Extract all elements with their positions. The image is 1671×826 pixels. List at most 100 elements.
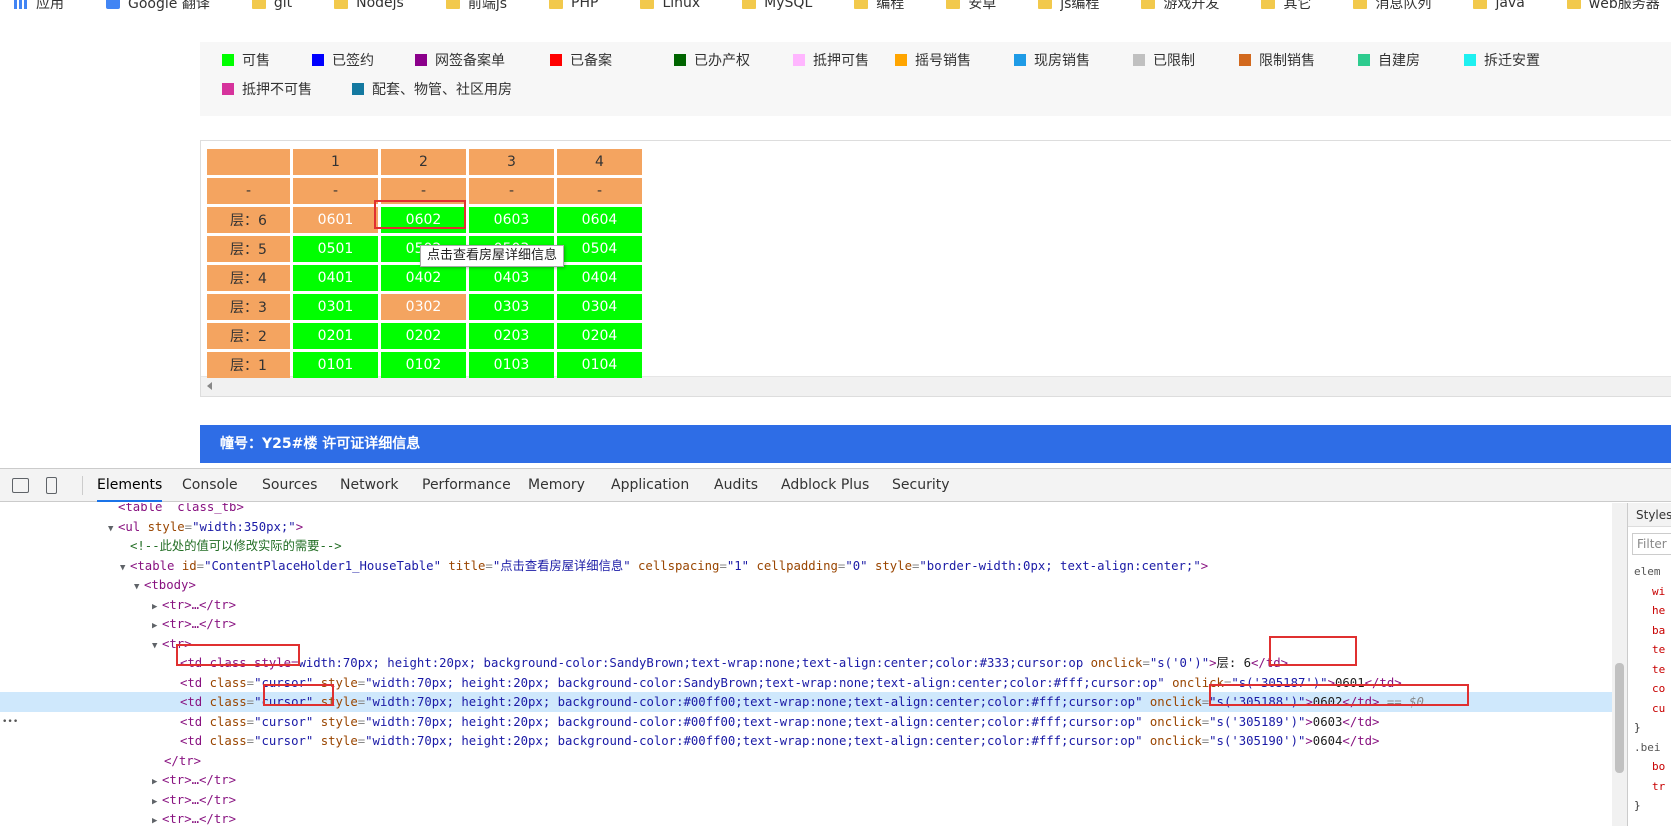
unit-cell[interactable]: 0102 [381, 352, 466, 378]
dom-token: "s('305189')" [1209, 714, 1306, 729]
dom-node-line[interactable]: <td class="cursor" style="width:70px; he… [0, 712, 1612, 732]
dom-node-line[interactable]: ▶ <tr>…</tr> [0, 595, 1612, 615]
tab-network[interactable]: Network [340, 469, 398, 502]
tab-memory[interactable]: Memory [528, 469, 585, 502]
dom-node-line[interactable]: </tr> [0, 751, 1612, 771]
bookmarks-bar: 应用 Google 翻译 git Nodejs 前端js PHP Linux MySQL 编程 安… [0, 0, 1671, 12]
unit-cell[interactable]: 0204 [557, 323, 642, 349]
unit-cell[interactable]: 0402 [381, 265, 466, 291]
apps-icon [14, 0, 28, 9]
bookmark-item[interactable]: 其它 [1261, 0, 1311, 12]
dom-node-line[interactable]: <td class style=width:70px; height:20px;… [0, 653, 1612, 673]
permit-info-bar[interactable]: 幢号：Y25#楼 许可证详细信息 [200, 425, 1671, 463]
unit-cell[interactable]: 0203 [469, 323, 554, 349]
tab-elements[interactable]: Elements [97, 469, 163, 502]
dom-token: tbody [151, 578, 189, 592]
unit-cell[interactable]: 0603 [469, 207, 554, 233]
bookmark-item[interactable]: 前端js [445, 0, 507, 12]
floor-label[interactable]: 层：5 [207, 236, 290, 262]
unit-cell[interactable]: 0504 [557, 236, 642, 262]
dom-node-line[interactable]: <td class="cursor" style="width:70px; he… [0, 731, 1612, 751]
dom-node-line[interactable]: <td class="cursor" style="width:70px; he… [0, 673, 1612, 693]
styles-rule-line: tr [1652, 779, 1666, 793]
bookmark-item[interactable]: 编程 [854, 0, 904, 12]
tab-audits[interactable]: Audits [714, 469, 758, 502]
dom-node-line[interactable]: ▶ <tr>…</tr> [0, 809, 1612, 826]
bookmark-item[interactable]: Nodejs [334, 0, 404, 11]
unit-cell[interactable]: 0303 [469, 294, 554, 320]
dom-token: "ContentPlaceHolder1_HouseTable" [204, 558, 441, 573]
unit-cell[interactable]: 0404 [557, 265, 642, 291]
bookmark-item[interactable]: 消息队列 [1353, 0, 1431, 12]
bookmark-item[interactable]: 应用 [14, 0, 64, 12]
bookmark-item[interactable]: Linux [640, 0, 700, 11]
folder-icon [1353, 0, 1368, 9]
unit-cell[interactable]: 0202 [381, 323, 466, 349]
dom-node-line[interactable]: ▶ <tr>…</tr> [0, 790, 1612, 810]
styles-rule-line: cu [1652, 701, 1666, 715]
dom-token: cellpadding [756, 558, 838, 573]
unit-cell[interactable]: 0101 [293, 352, 378, 378]
unit-cell[interactable]: 0104 [557, 352, 642, 378]
styles-tab[interactable]: Styles [1628, 503, 1671, 527]
floor-label[interactable]: 层：3 [207, 294, 290, 320]
styles-rule-line: co [1652, 682, 1666, 695]
unit-cell[interactable]: 0601 [293, 207, 378, 233]
tab-console[interactable]: Console [182, 469, 238, 502]
unit-cell[interactable]: 0304 [557, 294, 642, 320]
legend-label: 网签备案单 [435, 53, 505, 69]
bookmark-item[interactable]: web服务器 [1566, 0, 1660, 12]
bookmark-item[interactable]: java [1473, 0, 1525, 11]
tab-performance[interactable]: Performance [422, 469, 511, 502]
dom-node-line[interactable]: <!--此处的值可以修改实际的需要--> [0, 536, 1612, 556]
dom-node-line[interactable]: ▼ <table id="ContentPlaceHolder1_HouseTab… [0, 556, 1612, 576]
tab-security[interactable]: Security [892, 469, 950, 502]
unit-cell[interactable]: 0301 [293, 294, 378, 320]
bookmark-label: js编程 [1060, 0, 1100, 12]
styles-rule-line: ba [1652, 623, 1666, 637]
folder-icon [445, 0, 460, 9]
dom-vertical-scrollbar[interactable] [1612, 503, 1627, 826]
bookmark-item[interactable]: 游戏开发 [1141, 0, 1219, 12]
floor-label[interactable]: 层：2 [207, 323, 290, 349]
dom-node-line[interactable]: <td class="cursor" style="width:70px; he… [0, 692, 1612, 712]
dom-token: 0601 [1335, 675, 1365, 690]
bookmark-item[interactable]: js编程 [1038, 0, 1099, 12]
floor-label[interactable]: 层：1 [207, 352, 290, 378]
dom-node-line[interactable]: <table class_tb> [0, 503, 1612, 517]
dom-node-line[interactable]: ▶ <tr>…</tr> [0, 614, 1612, 634]
dom-node-line[interactable]: ▼ <ul style="width:350px;"> [0, 517, 1612, 537]
unit-cell[interactable]: 0302 [381, 294, 466, 320]
legend-swatch [1464, 54, 1476, 66]
dom-token: td class style= [187, 656, 299, 670]
tab-sources[interactable]: Sources [262, 469, 317, 502]
dom-scroll-thumb[interactable] [1615, 663, 1624, 773]
bookmark-item[interactable]: MySQL [742, 0, 812, 11]
bookmark-item[interactable]: PHP [549, 0, 598, 11]
styles-rule-line: bo [1652, 760, 1666, 773]
unit-cell[interactable]: 0604 [557, 207, 642, 233]
unit-cell[interactable]: 0602 [381, 207, 466, 233]
floor-label[interactable]: 层：4 [207, 265, 290, 291]
unit-cell[interactable]: 0401 [293, 265, 378, 291]
unit-cell[interactable]: 0103 [469, 352, 554, 378]
unit-cell[interactable]: 0501 [293, 236, 378, 262]
styles-filter-input[interactable]: Filter [1632, 533, 1671, 555]
inspect-element-icon[interactable] [12, 478, 29, 493]
bookmark-item[interactable]: 安卓 [946, 0, 996, 12]
legend-item: 自建房 [1358, 50, 1420, 70]
floor-label[interactable]: 层：6 [207, 207, 290, 233]
scroll-left-arrow-icon[interactable] [207, 382, 212, 390]
tab-adblock-plus[interactable]: Adblock Plus [781, 469, 869, 502]
bookmark-item[interactable]: Google 翻译 [106, 0, 210, 12]
unit-cell[interactable]: 0201 [293, 323, 378, 349]
dom-node-line[interactable]: ▶ <tr>…</tr> [0, 770, 1612, 790]
dom-token: "width:70px; height:20px; background-col… [365, 695, 1143, 709]
bookmark-item[interactable]: git [251, 0, 292, 11]
device-toolbar-icon[interactable] [46, 477, 57, 494]
folder-icon [1141, 0, 1156, 9]
dom-node-line[interactable]: ▼ <tbody> [0, 575, 1612, 595]
tab-application[interactable]: Application [611, 469, 689, 502]
dom-node-line[interactable]: ▼ <tr> [0, 634, 1612, 654]
unit-cell[interactable]: 0403 [469, 265, 554, 291]
